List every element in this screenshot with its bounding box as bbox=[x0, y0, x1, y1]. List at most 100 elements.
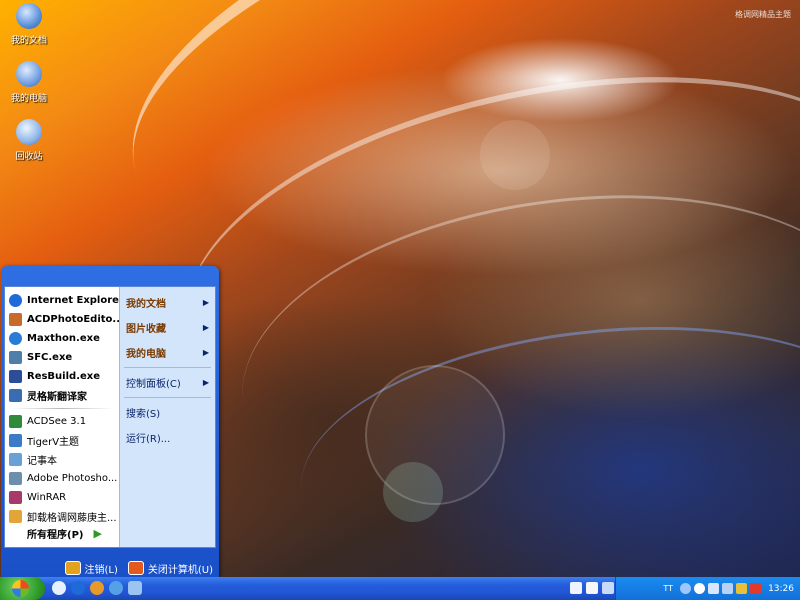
pinned-item-label: Maxthon.exe bbox=[27, 333, 100, 344]
recent-item-tigerv[interactable]: TigerV主题 bbox=[5, 431, 119, 450]
taskbar-toolbar-icons bbox=[570, 582, 614, 594]
tray-app-icon[interactable] bbox=[708, 583, 720, 594]
start-menu-programs-pane: Internet Explorer ACDPhotoEdito... Maxth… bbox=[5, 287, 119, 547]
start-menu-header bbox=[1, 266, 219, 286]
wallpaper-bokeh bbox=[365, 365, 505, 505]
wallpaper-light-swoosh bbox=[220, 157, 800, 563]
pinned-item-label: Internet Explorer bbox=[27, 295, 119, 306]
places-item-label: 运行(R)... bbox=[126, 434, 171, 445]
maxthon-icon[interactable] bbox=[694, 583, 706, 594]
antivirus-icon[interactable] bbox=[736, 583, 748, 594]
places-item-label: 图片收藏 bbox=[126, 324, 166, 335]
wallpaper-bokeh bbox=[480, 120, 550, 190]
places-item-my-pictures[interactable]: 图片收藏 ▶ bbox=[120, 315, 215, 340]
desktop-icon-my-documents[interactable]: 我的文档 bbox=[6, 3, 52, 46]
start-menu-footer: 注销(L) 关闭计算机(U) bbox=[1, 559, 219, 577]
start-menu-body: Internet Explorer ACDPhotoEdito... Maxth… bbox=[4, 286, 216, 548]
ie-icon bbox=[9, 294, 22, 307]
pinned-item-resbuild[interactable]: ResBuild.exe bbox=[5, 367, 119, 386]
my-computer-icon bbox=[16, 61, 42, 87]
pinned-item-label: SFC.exe bbox=[27, 352, 73, 363]
user-icon[interactable] bbox=[90, 581, 104, 595]
pinned-item-acd-photo-editor[interactable]: ACDPhotoEdito... bbox=[5, 310, 119, 329]
start-menu: Internet Explorer ACDPhotoEdito... Maxth… bbox=[1, 266, 219, 577]
photoshop-icon bbox=[9, 472, 22, 485]
recent-item-label: WinRAR bbox=[27, 492, 67, 503]
tray-chevron-icon[interactable] bbox=[680, 583, 692, 594]
system-tray: TT 13:26 bbox=[615, 577, 800, 600]
shutdown-button[interactable]: 关闭计算机(U) bbox=[127, 561, 213, 576]
lingoes-icon bbox=[9, 389, 22, 402]
places-item-label: 搜索(S) bbox=[126, 409, 161, 420]
pinned-item-lingoes[interactable]: 灵格斯翻译家 bbox=[5, 386, 119, 405]
resbuild-icon bbox=[9, 370, 22, 383]
recent-item-label: TigerV主题 bbox=[27, 437, 80, 448]
clock[interactable]: 13:26 bbox=[768, 584, 794, 594]
messenger-icon[interactable] bbox=[109, 581, 123, 595]
desktop-icon-my-computer[interactable]: 我的电脑 bbox=[6, 61, 52, 104]
recent-item-notepad[interactable]: 记事本 bbox=[5, 450, 119, 469]
pinned-item-internet-explorer[interactable]: Internet Explorer bbox=[5, 291, 119, 310]
recycle-bin-icon bbox=[16, 119, 42, 145]
recent-item-acdsee[interactable]: ACDSee 3.1 bbox=[5, 412, 119, 431]
wallpaper-watermark: 格调网精品主题 bbox=[735, 10, 791, 19]
media-player-icon[interactable] bbox=[128, 581, 142, 595]
recent-item-label: 记事本 bbox=[27, 456, 57, 467]
all-programs-label: 所有程序(P) bbox=[27, 529, 84, 541]
lock-icon bbox=[64, 561, 81, 575]
sfc-icon bbox=[9, 351, 22, 364]
chevron-right-icon: ▶ bbox=[202, 348, 209, 357]
logoff-label: 注销(L) bbox=[84, 564, 118, 576]
windows-logo-icon bbox=[12, 580, 29, 597]
desktop-icon-label: 我的文档 bbox=[10, 36, 47, 46]
wallpaper-bokeh bbox=[383, 462, 443, 522]
start-button[interactable] bbox=[0, 577, 45, 600]
menu-separator bbox=[124, 367, 211, 368]
tigerv-icon bbox=[9, 434, 22, 447]
volume-icon[interactable] bbox=[722, 583, 734, 594]
show-desktop-icon[interactable] bbox=[52, 581, 66, 595]
wallpaper-light-swoosh bbox=[153, 18, 800, 492]
menu-separator bbox=[11, 408, 113, 409]
close-icon[interactable] bbox=[750, 583, 762, 594]
places-item-my-documents[interactable]: 我的文档 ▶ bbox=[120, 290, 215, 315]
play-arrow-icon: ▶ bbox=[93, 526, 102, 540]
ie-icon[interactable] bbox=[71, 581, 85, 595]
desktop-icon-label: 我的电脑 bbox=[10, 94, 47, 104]
places-item-search[interactable]: 搜索(S) bbox=[120, 400, 215, 425]
keyboard-icon[interactable] bbox=[570, 582, 582, 594]
logoff-button[interactable]: 注销(L) bbox=[64, 561, 118, 576]
shutdown-label: 关闭计算机(U) bbox=[147, 564, 213, 576]
tray-label: TT bbox=[663, 584, 674, 593]
desktop-icon-label: 回收站 bbox=[15, 152, 43, 162]
help-icon[interactable] bbox=[586, 582, 598, 594]
recent-item-label: ACDSee 3.1 bbox=[27, 416, 87, 427]
places-item-label: 我的电脑 bbox=[126, 349, 166, 360]
start-menu-places-pane: 我的文档 ▶ 图片收藏 ▶ 我的电脑 ▶ 控制面板(C) ▶ 搜索(S) 运行(R)..… bbox=[119, 287, 215, 547]
pinned-item-label: 灵格斯翻译家 bbox=[27, 392, 87, 403]
acdsee-icon bbox=[9, 415, 22, 428]
places-item-control-panel[interactable]: 控制面板(C) ▶ bbox=[120, 370, 215, 395]
taskbar: TT 13:26 bbox=[0, 577, 800, 600]
notepad-icon bbox=[9, 453, 22, 466]
power-icon bbox=[127, 561, 144, 575]
all-programs-button[interactable]: 所有程序(P) ▶ bbox=[5, 519, 119, 547]
winrar-icon bbox=[9, 491, 22, 504]
network-icon[interactable] bbox=[602, 582, 614, 594]
chevron-right-icon: ▶ bbox=[202, 298, 209, 307]
pinned-programs: Internet Explorer ACDPhotoEdito... Maxth… bbox=[5, 287, 119, 405]
pinned-item-sfc[interactable]: SFC.exe bbox=[5, 348, 119, 367]
pinned-item-label: ACDPhotoEdito... bbox=[27, 314, 119, 325]
places-item-run[interactable]: 运行(R)... bbox=[120, 425, 215, 450]
desktop-icon-recycle-bin[interactable]: 回收站 bbox=[6, 119, 52, 162]
places-item-label: 控制面板(C) bbox=[126, 379, 181, 390]
chevron-right-icon: ▶ bbox=[202, 323, 209, 332]
recent-item-label: Adobe Photosho... bbox=[27, 473, 118, 484]
desktop: { "desktop": { "watermark": "格调网精品主题", "… bbox=[0, 0, 800, 600]
places-item-my-computer[interactable]: 我的电脑 ▶ bbox=[120, 340, 215, 365]
recent-item-photoshop[interactable]: Adobe Photosho... bbox=[5, 469, 119, 488]
wallpaper-light-swoosh bbox=[288, 299, 800, 600]
maxthon-icon bbox=[9, 332, 22, 345]
recent-item-winrar[interactable]: WinRAR bbox=[5, 488, 119, 507]
pinned-item-maxthon[interactable]: Maxthon.exe bbox=[5, 329, 119, 348]
